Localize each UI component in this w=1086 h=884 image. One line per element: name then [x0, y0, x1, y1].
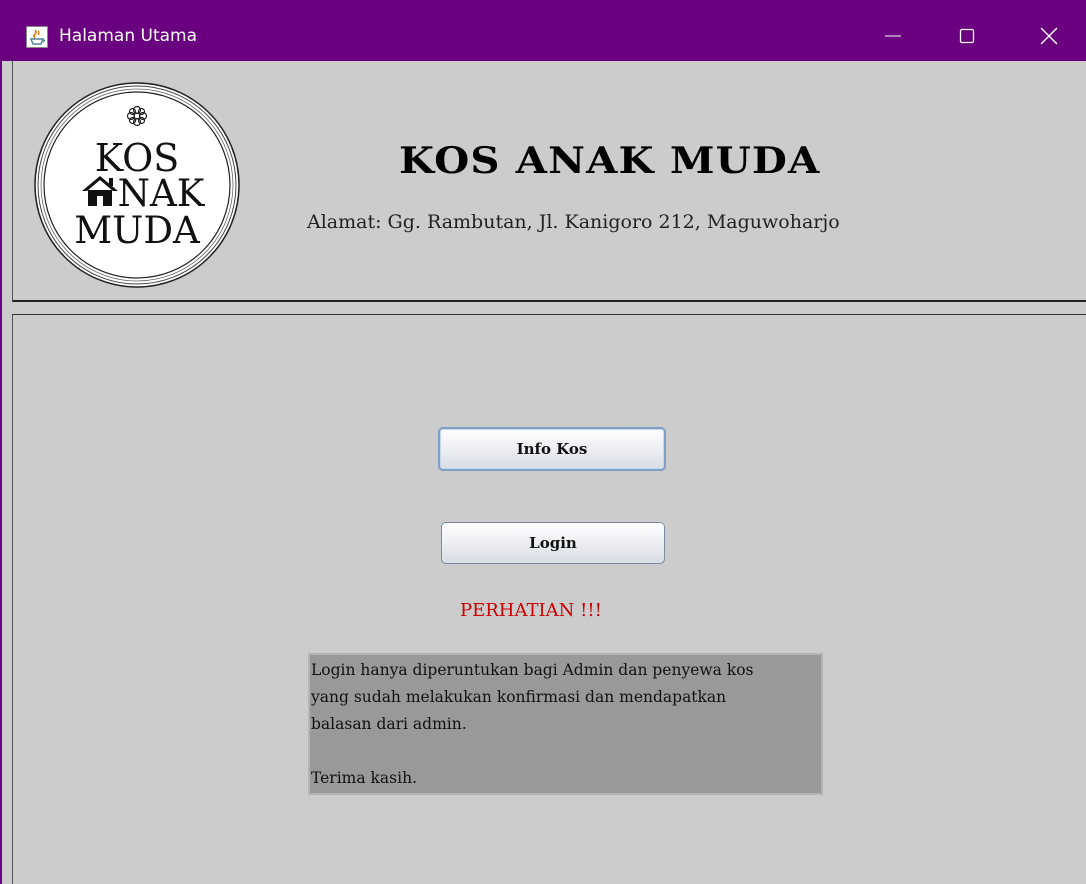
info-kos-button[interactable]: Info Kos — [438, 427, 666, 471]
header-panel: KOS NAK MUDA KOS ANAK MUDA Alamat: Gg. R… — [12, 61, 1086, 302]
notice-text-area: Login hanya diperuntukan bagi Admin dan … — [308, 653, 823, 795]
address-text: Alamat: Gg. Rambutan, Jl. Kanigoro 212, … — [307, 211, 840, 233]
maximize-icon — [959, 28, 975, 44]
window-title: Halaman Utama — [59, 26, 198, 46]
kos-logo: KOS NAK MUDA — [33, 80, 241, 290]
java-cup-icon — [26, 26, 48, 48]
close-icon — [1040, 27, 1058, 45]
maximize-button[interactable] — [942, 14, 992, 58]
login-button[interactable]: Login — [441, 522, 665, 564]
logo-text-muda: MUDA — [74, 209, 201, 252]
title-bar[interactable]: Halaman Utama — [2, 0, 1086, 61]
page-title: KOS ANAK MUDA — [399, 140, 821, 182]
close-button[interactable] — [1024, 14, 1074, 58]
main-window: Halaman Utama KOS NAK MUDA KOS ANAK MUDA… — [0, 0, 1086, 884]
minimize-button[interactable] — [868, 14, 918, 58]
minimize-icon — [885, 35, 901, 37]
main-panel: Info Kos Login PERHATIAN !!! Login hanya… — [12, 315, 1086, 884]
notice-title: PERHATIAN !!! — [460, 600, 602, 621]
